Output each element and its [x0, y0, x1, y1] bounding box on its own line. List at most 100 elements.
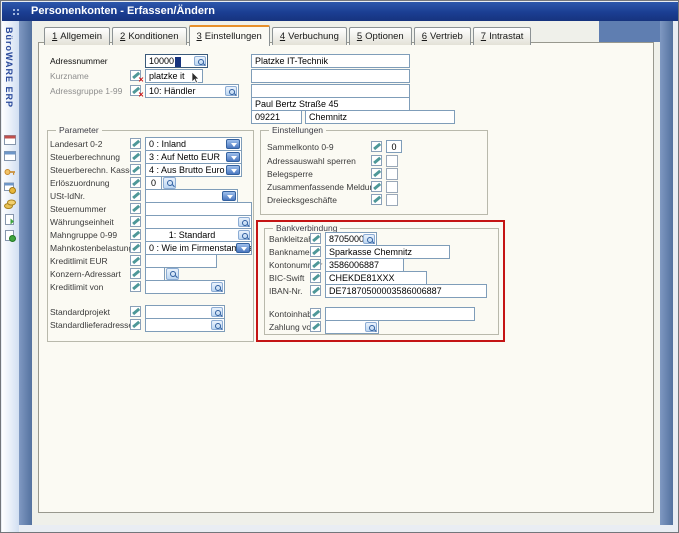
zahlung-von-field[interactable]: [325, 320, 379, 334]
zusammenfassende-meldung-checkbox[interactable]: [386, 181, 398, 193]
dreiecksgeschaefte-checkbox[interactable]: [386, 194, 398, 206]
edit-note-icon[interactable]: [310, 308, 321, 319]
left-blue-rail: [19, 21, 32, 525]
edit-note-icon[interactable]: [130, 190, 141, 201]
steuerberechn-kasse-label: Steuerberechn. Kasse: [50, 163, 134, 177]
edit-note-icon[interactable]: [371, 141, 382, 152]
bic-swift-field[interactable]: CHEKDE81XXX: [325, 271, 427, 285]
dropdown-arrow-icon[interactable]: [222, 191, 236, 201]
address-plz-field[interactable]: 09221: [251, 110, 302, 124]
window-settings-icon[interactable]: [4, 182, 16, 194]
steuerberechn-kasse-dropdown[interactable]: 4 : Aus Brutto Euro: [145, 163, 242, 177]
adressnummer-lookup-button[interactable]: [194, 56, 206, 66]
mahnkostenbelastung-dropdown[interactable]: 0 : Wie im Firmenstamm eing: [145, 241, 252, 255]
page-export-icon[interactable]: [4, 214, 16, 226]
edit-note-icon[interactable]: [130, 229, 141, 240]
erloeszuordnung-field[interactable]: 0: [145, 176, 162, 190]
ust-idnr-label: USt-IdNr.: [50, 189, 85, 203]
edit-note-icon[interactable]: [371, 194, 382, 205]
page-ok-icon[interactable]: [4, 230, 16, 242]
tab-strip: 1Allgemein 2Konditionen 3Einstellungen 4…: [44, 25, 531, 45]
iban-field[interactable]: DE71870500003586006887: [325, 284, 487, 298]
waehrungseinheit-lookup-button[interactable]: [238, 217, 250, 227]
belegsperre-checkbox[interactable]: [386, 168, 398, 180]
tab-verbuchung[interactable]: 4Verbuchung: [272, 27, 347, 45]
tab-optionen[interactable]: 5Optionen: [349, 27, 412, 45]
mahngruppe-field[interactable]: 1: Standard: [145, 228, 252, 242]
edit-note-icon[interactable]: [310, 272, 321, 283]
sammelkonto-field[interactable]: 0: [386, 140, 402, 153]
address-name2-field[interactable]: [251, 69, 410, 83]
window-red-icon[interactable]: [4, 134, 16, 146]
edit-note-icon[interactable]: [130, 242, 141, 253]
edit-note-icon[interactable]: [371, 168, 382, 179]
adressnummer-label: Adressnummer: [50, 54, 108, 68]
edit-note-icon[interactable]: [130, 177, 141, 188]
address-name3-field[interactable]: [251, 84, 410, 98]
adressgruppe-lookup-button[interactable]: [225, 86, 237, 96]
tab-konditionen[interactable]: 2Konditionen: [112, 27, 186, 45]
edit-note-icon[interactable]: [310, 321, 321, 332]
kreditlimit-eur-field[interactable]: [145, 254, 217, 268]
edit-note-clear-icon[interactable]: [130, 70, 141, 81]
zahlung-von-lookup-button[interactable]: [365, 322, 377, 332]
address-city-field[interactable]: Chemnitz: [305, 110, 455, 124]
address-name-field[interactable]: Platzke IT-Technik: [251, 54, 410, 68]
tab-einstellungen[interactable]: 3Einstellungen: [189, 25, 270, 46]
edit-note-clear-icon[interactable]: [130, 85, 141, 96]
key-icon[interactable]: [4, 166, 16, 178]
edit-note-icon[interactable]: [310, 285, 321, 296]
kontoinhaber-field[interactable]: [325, 307, 475, 321]
kreditlimit-von-field[interactable]: [145, 280, 225, 294]
bankname-field[interactable]: Sparkasse Chemnitz: [325, 245, 450, 259]
edit-note-icon[interactable]: [130, 268, 141, 279]
kreditlimit-von-lookup-button[interactable]: [211, 282, 223, 292]
adressauswahl-sperren-checkbox[interactable]: [386, 155, 398, 167]
kontonummer-field[interactable]: 3586006887: [325, 258, 404, 272]
adressgruppe-field[interactable]: 10: Händler: [145, 84, 239, 98]
konzern-adressart-lookup-button[interactable]: [166, 268, 179, 280]
standardprojekt-lookup-button[interactable]: [211, 307, 223, 317]
edit-note-icon[interactable]: [130, 306, 141, 317]
standardlieferadresse-field[interactable]: [145, 318, 225, 332]
edit-note-icon[interactable]: [310, 246, 321, 257]
address-street-field[interactable]: Paul Bertz Straße 45: [251, 97, 410, 111]
edit-note-icon[interactable]: [130, 281, 141, 292]
konzern-adressart-field[interactable]: [145, 267, 165, 281]
adressnummer-field[interactable]: 10000: [145, 54, 208, 68]
ust-idnr-dropdown[interactable]: [145, 189, 238, 203]
edit-note-icon[interactable]: [130, 164, 141, 175]
edit-note-icon[interactable]: [371, 181, 382, 192]
edit-note-icon[interactable]: [130, 255, 141, 266]
edit-note-icon[interactable]: [130, 138, 141, 149]
dropdown-arrow-icon[interactable]: [226, 139, 240, 149]
dropdown-arrow-icon[interactable]: [226, 152, 240, 162]
erloeszuordnung-lookup-button[interactable]: [163, 177, 176, 189]
mahngruppe-lookup-button[interactable]: [238, 230, 250, 240]
standardlieferadresse-lookup-button[interactable]: [211, 320, 223, 330]
standardprojekt-field[interactable]: [145, 305, 225, 319]
edit-note-icon[interactable]: [310, 233, 321, 244]
edit-note-icon[interactable]: [130, 203, 141, 214]
bankleitzahl-field[interactable]: 87050000: [325, 232, 377, 246]
landesart-dropdown[interactable]: 0 : Inland: [145, 137, 242, 151]
edit-note-icon[interactable]: [371, 155, 382, 166]
dropdown-arrow-icon[interactable]: [226, 165, 240, 175]
steuernummer-field[interactable]: [145, 202, 252, 216]
window-icon[interactable]: [4, 150, 16, 162]
tab-intrastat[interactable]: 7Intrastat: [473, 27, 532, 45]
edit-note-icon[interactable]: [130, 216, 141, 227]
bankleitzahl-lookup-button[interactable]: [363, 234, 375, 244]
edit-note-icon[interactable]: [130, 151, 141, 162]
edit-note-icon[interactable]: [130, 319, 141, 330]
edit-note-icon[interactable]: [310, 259, 321, 270]
application-window: Personenkonten - Erfassen/Ändern BüroWAR…: [0, 0, 679, 533]
waehrungseinheit-label: Währungseinheit: [50, 215, 114, 229]
waehrungseinheit-field[interactable]: [145, 215, 252, 229]
tab-allgemein[interactable]: 1Allgemein: [44, 27, 110, 45]
title-bar[interactable]: Personenkonten - Erfassen/Ändern: [2, 2, 678, 21]
dropdown-arrow-icon[interactable]: [236, 243, 250, 253]
steuerberechnung-dropdown[interactable]: 3 : Auf Netto EUR: [145, 150, 242, 164]
coins-icon[interactable]: [4, 198, 16, 210]
tab-vertrieb[interactable]: 6Vertrieb: [414, 27, 471, 45]
